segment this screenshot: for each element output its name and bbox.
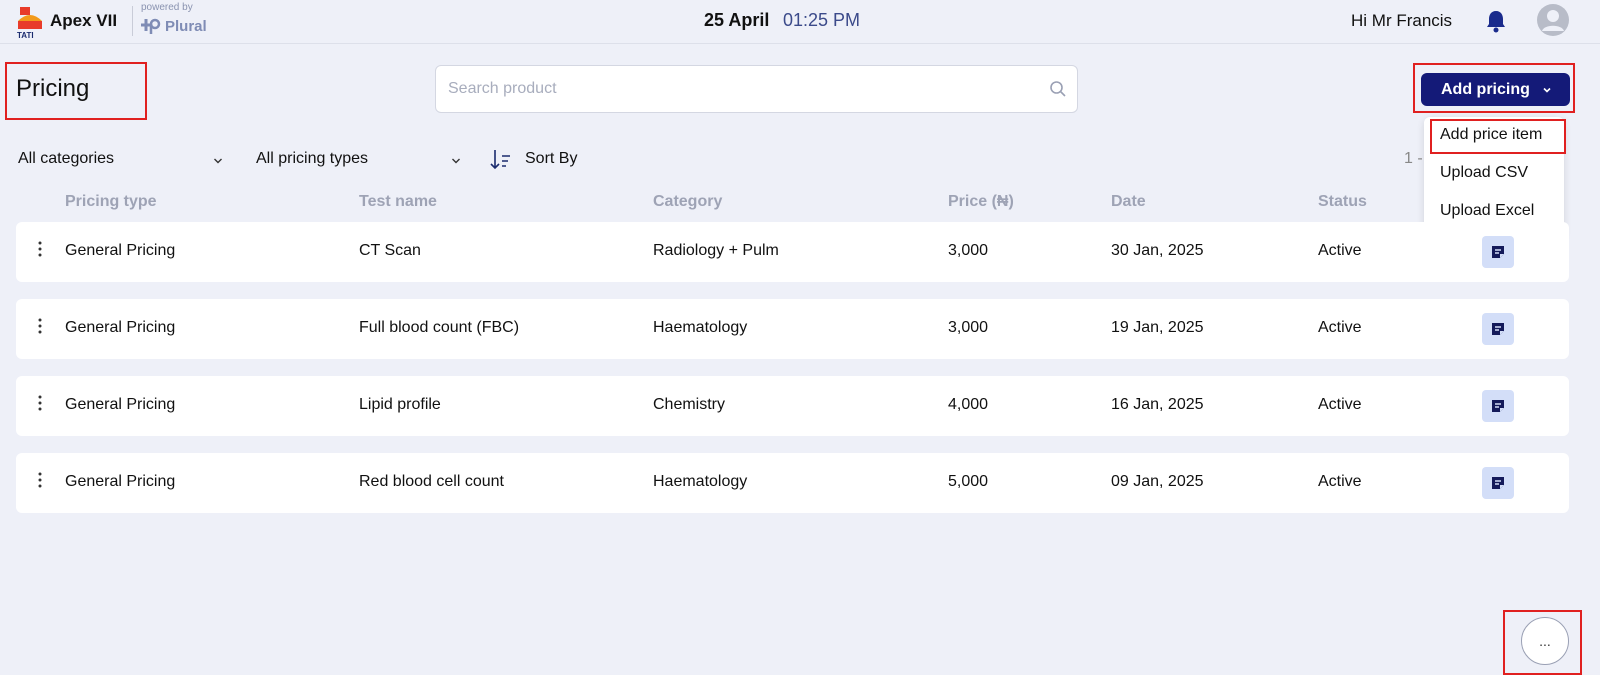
cell-status: Active xyxy=(1318,473,1362,490)
current-date: 25 April xyxy=(704,10,770,30)
cell-date: 09 Jan, 2025 xyxy=(1111,473,1204,490)
cell-category: Radiology + Pulm xyxy=(653,242,779,259)
cell-pricing-type: General Pricing xyxy=(65,242,176,259)
cell-status: Active xyxy=(1318,319,1362,336)
search-box xyxy=(435,65,1078,113)
table-row: General Pricing Lipid profile Chemistry … xyxy=(16,376,1569,436)
table-row: General Pricing CT Scan Radiology + Pulm… xyxy=(16,222,1569,282)
cell-price: 5,000 xyxy=(948,473,989,490)
cell-test-name: Full blood count (FBC) xyxy=(359,319,520,336)
column-header-status: Status xyxy=(1318,193,1367,210)
search-icon[interactable] xyxy=(1049,80,1067,98)
cell-pricing-type: General Pricing xyxy=(65,396,176,413)
chevron-down-icon xyxy=(1543,87,1551,93)
add-pricing-label: Add pricing xyxy=(1441,80,1530,98)
edit-button[interactable] xyxy=(1482,467,1514,499)
cell-test-name: Red blood cell count xyxy=(359,473,504,490)
column-header-price: Price (₦) xyxy=(948,193,1014,210)
edit-note-icon xyxy=(1492,477,1504,489)
plural-brand: Plural xyxy=(141,16,207,36)
kebab-menu-icon[interactable] xyxy=(37,394,43,412)
cell-price: 3,000 xyxy=(948,319,989,336)
search-input[interactable] xyxy=(448,66,1028,112)
cell-pricing-type: General Pricing xyxy=(65,319,176,336)
cell-date: 30 Jan, 2025 xyxy=(1111,242,1204,259)
cell-category: Haematology xyxy=(653,319,748,336)
bell-icon[interactable] xyxy=(1485,9,1507,33)
user-avatar-icon[interactable] xyxy=(1536,3,1570,37)
sort-by-button[interactable]: Sort By xyxy=(525,150,577,168)
edit-note-icon xyxy=(1492,400,1504,412)
logo-lettering: TATI xyxy=(17,31,34,39)
tati-logo: TATI xyxy=(17,7,42,39)
column-header-category: Category xyxy=(653,193,723,210)
cell-category: Chemistry xyxy=(653,396,726,413)
plural-logo-icon xyxy=(141,18,161,34)
add-pricing-button[interactable]: Add pricing xyxy=(1421,73,1570,106)
cell-date: 16 Jan, 2025 xyxy=(1111,396,1204,413)
pagination-info: 1 - xyxy=(1404,150,1423,167)
pricing-type-filter[interactable]: All pricing types xyxy=(256,150,368,168)
user-greeting: Hi Mr Francis xyxy=(1351,11,1453,30)
chevron-down-icon xyxy=(214,158,222,164)
top-bar: TATI Apex VII powered by Plural 25 April… xyxy=(0,0,1600,44)
cell-status: Active xyxy=(1318,396,1362,413)
app-name: Apex VII xyxy=(50,11,118,30)
edit-note-icon xyxy=(1492,246,1504,258)
cell-price: 4,000 xyxy=(948,396,989,413)
cell-category: Haematology xyxy=(653,473,748,490)
cell-date: 19 Jan, 2025 xyxy=(1111,319,1204,336)
kebab-menu-icon[interactable] xyxy=(37,317,43,335)
edit-button[interactable] xyxy=(1482,390,1514,422)
category-filter[interactable]: All categories xyxy=(18,150,114,168)
column-header-test-name: Test name xyxy=(359,193,437,210)
more-options-fab[interactable]: ... xyxy=(1521,617,1569,665)
sort-icon[interactable] xyxy=(489,148,513,172)
menu-item-upload-csv[interactable]: Upload CSV xyxy=(1440,164,1528,182)
menu-item-upload-excel[interactable]: Upload Excel xyxy=(1440,202,1534,220)
column-header-date: Date xyxy=(1111,193,1146,210)
kebab-menu-icon[interactable] xyxy=(37,240,43,258)
divider xyxy=(132,6,133,36)
page-title: Pricing xyxy=(16,75,90,102)
table-row: General Pricing Full blood count (FBC) H… xyxy=(16,299,1569,359)
edit-button[interactable] xyxy=(1482,313,1514,345)
kebab-menu-icon[interactable] xyxy=(37,471,43,489)
cell-test-name: Lipid profile xyxy=(359,396,441,413)
cell-price: 3,000 xyxy=(948,242,989,259)
cell-status: Active xyxy=(1318,242,1362,259)
cell-pricing-type: General Pricing xyxy=(65,473,176,490)
more-options-label: ... xyxy=(1539,633,1551,649)
cell-test-name: CT Scan xyxy=(359,242,421,259)
column-header-pricing-type: Pricing type xyxy=(65,193,157,210)
powered-by-label: powered by xyxy=(141,2,193,13)
edit-note-icon xyxy=(1492,323,1504,335)
plural-brand-text: Plural xyxy=(165,17,207,35)
table-row: General Pricing Red blood cell count Hae… xyxy=(16,453,1569,513)
edit-button[interactable] xyxy=(1482,236,1514,268)
add-price-item-highlight xyxy=(1430,119,1566,154)
chevron-down-icon xyxy=(452,158,460,164)
current-time: 01:25 PM xyxy=(783,10,861,30)
